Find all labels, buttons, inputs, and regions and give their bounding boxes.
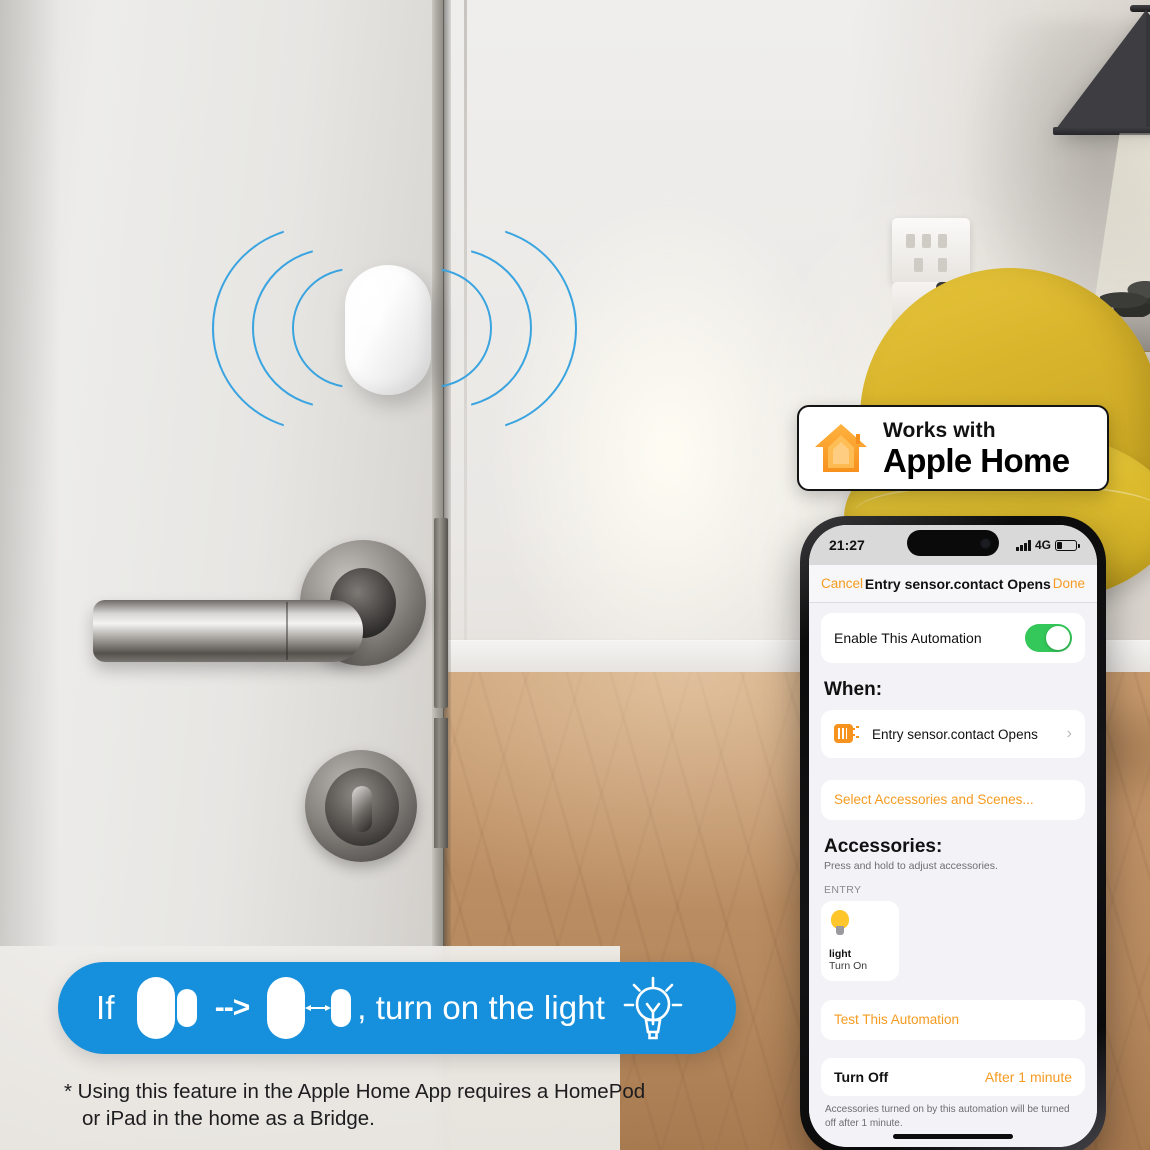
cancel-button[interactable]: Cancel <box>821 576 863 591</box>
accessories-hint: Press and hold to adjust accessories. <box>824 860 998 872</box>
phone-screen: 21:27 4G Cancel Entry sensor.contact Ope… <box>809 525 1097 1147</box>
handle-seam <box>286 602 288 660</box>
done-button[interactable]: Done <box>1053 576 1085 591</box>
test-automation-label: Test This Automation <box>834 1012 960 1027</box>
status-indicators: 4G <box>1016 538 1080 552</box>
status-bar: 21:27 4G <box>809 525 1097 565</box>
promo-image: Works with Apple Home 21:27 4G Cancel En… <box>0 0 1150 1150</box>
sensor-highlight <box>356 276 384 350</box>
front-camera-icon <box>980 537 991 549</box>
select-accessories-row[interactable]: Select Accessories and Scenes... <box>821 780 1085 820</box>
footnote: * Using this feature in the Apple Home A… <box>64 1078 764 1132</box>
dynamic-island <box>907 530 999 556</box>
network-label: 4G <box>1034 538 1051 552</box>
works-with-apple-home-badge: Works with Apple Home <box>797 405 1109 491</box>
gap-arrow-icon <box>305 1002 332 1014</box>
turn-off-row[interactable]: Turn Off After 1 minute <box>821 1058 1085 1096</box>
chevron-right-icon: › <box>1066 725 1072 742</box>
badge-line-2: Apple Home <box>883 441 1070 479</box>
turn-off-value[interactable]: After 1 minute <box>985 1069 1072 1085</box>
trigger-label: Entry sensor.contact Opens <box>872 726 1038 742</box>
accessory-name: light <box>829 947 852 960</box>
light-bulb-outline-icon <box>621 972 685 1044</box>
door-lever-handle-icon <box>93 600 363 662</box>
thumb-turn-knob <box>352 786 372 832</box>
test-automation-row[interactable]: Test This Automation <box>821 1000 1085 1040</box>
apple-home-house-icon <box>813 422 869 474</box>
contact-sensor-icon <box>834 721 860 747</box>
turn-off-description: Accessories turned on by this automation… <box>825 1104 1070 1129</box>
wall-socket-icon <box>892 218 970 284</box>
status-time: 21:27 <box>829 537 865 553</box>
contact-sensor-closed-icon <box>136 977 197 1039</box>
when-heading: When: <box>824 679 883 700</box>
footnote-line-2: or iPad in the home as a Bridge. <box>82 1107 375 1131</box>
cellular-bars-icon <box>1016 539 1031 551</box>
accessory-tile-light[interactable]: light Turn On <box>821 901 899 981</box>
home-indicator[interactable] <box>893 1134 1013 1139</box>
badge-text: Works with Apple Home <box>883 420 1070 477</box>
banner-text: , turn on the light <box>357 989 605 1026</box>
banner-if-label: If <box>96 989 115 1026</box>
light-bulb-icon <box>829 910 851 936</box>
enable-automation-toggle[interactable] <box>1025 624 1072 652</box>
trigger-row[interactable]: Entry sensor.contact Opens › <box>821 710 1085 758</box>
battery-icon <box>1055 539 1080 551</box>
accessories-heading: Accessories: <box>824 836 943 857</box>
select-accessories-label: Select Accessories and Scenes... <box>834 792 1034 807</box>
accessory-state: Turn On <box>829 959 868 972</box>
enable-automation-label: Enable This Automation <box>834 630 982 646</box>
door-strike-plate <box>434 518 448 708</box>
iphone-mockup: 21:27 4G Cancel Entry sensor.contact Ope… <box>800 516 1106 1150</box>
feature-banner: If --> , turn on the light <box>58 962 736 1054</box>
arrow-icon: --> <box>214 991 250 1024</box>
contact-sensor-open-icon <box>267 977 352 1039</box>
door-strike-plate-lower <box>434 718 448 848</box>
turn-off-label: Turn Off <box>834 1069 889 1085</box>
footnote-line-1: * Using this feature in the Apple Home A… <box>64 1080 646 1103</box>
enable-automation-row[interactable]: Enable This Automation <box>821 613 1085 663</box>
navigation-bar: Cancel Entry sensor.contact Opens Done <box>809 565 1097 603</box>
accessory-group-label: ENTRY <box>824 884 862 896</box>
page-title: Entry sensor.contact Opens <box>864 575 1051 592</box>
lamp-shade-highlight <box>1053 10 1146 133</box>
badge-line-1: Works with <box>883 418 996 442</box>
automation-editor: Enable This Automation When: Entry senso… <box>809 603 1097 1147</box>
